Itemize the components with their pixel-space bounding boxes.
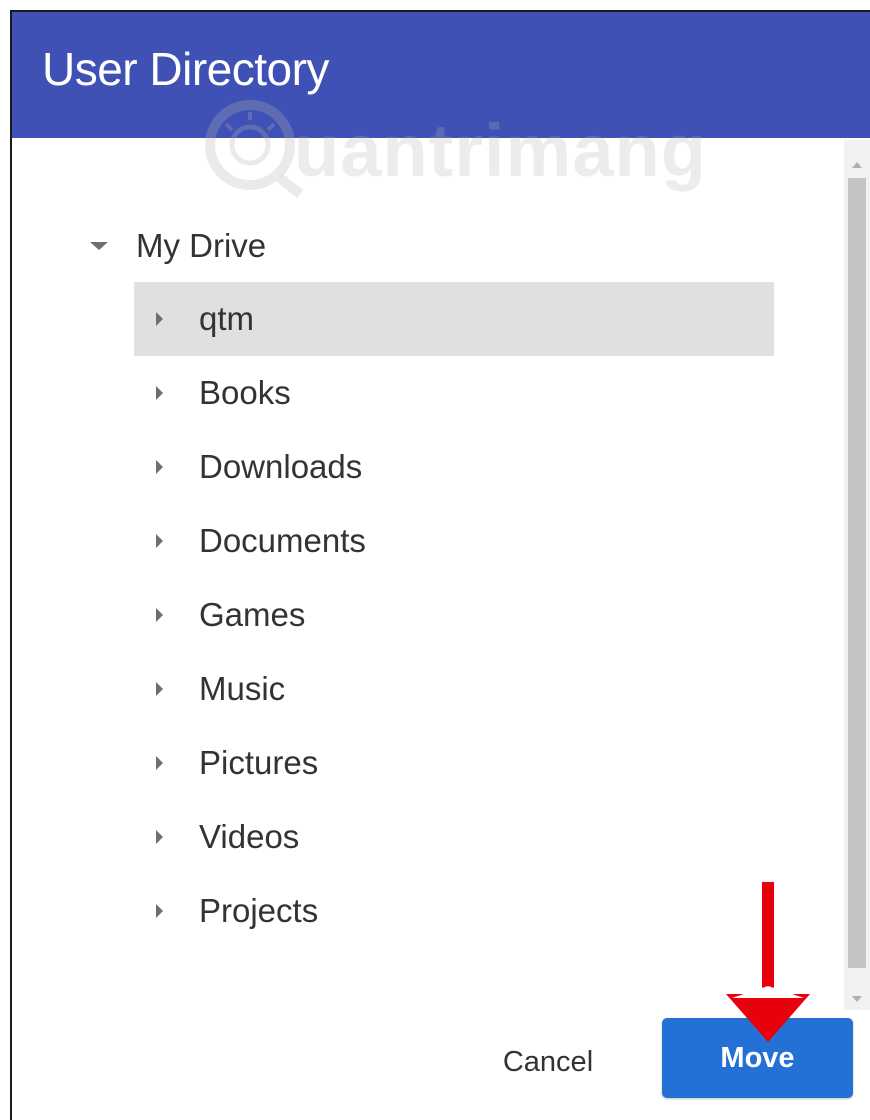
caret-down-icon[interactable] xyxy=(90,242,108,250)
scrollbar-thumb[interactable] xyxy=(848,178,866,968)
tree-item-documents[interactable]: Documents xyxy=(134,504,774,578)
tree-item-books[interactable]: Books xyxy=(134,356,774,430)
tree-item-label: Games xyxy=(199,596,306,633)
tree-item-downloads[interactable]: Downloads xyxy=(134,430,774,504)
tree-item-label: Downloads xyxy=(199,448,363,485)
tree-item-projects[interactable]: Projects xyxy=(134,874,774,948)
tree-root-label: My Drive xyxy=(136,227,267,264)
tree-item-label: qtm xyxy=(199,300,255,337)
tree-item-label: Documents xyxy=(199,522,366,559)
tree-item-label: Books xyxy=(199,374,291,411)
caret-right-icon[interactable] xyxy=(156,830,163,844)
tree-item-qtm[interactable]: qtm xyxy=(134,282,774,356)
caret-right-icon[interactable] xyxy=(156,608,163,622)
tree-item-label: Music xyxy=(199,670,286,707)
caret-right-icon[interactable] xyxy=(156,534,163,548)
tree-item-pictures[interactable]: Pictures xyxy=(134,726,774,800)
caret-right-icon[interactable] xyxy=(156,756,163,770)
dialog-header: User Directory xyxy=(12,12,870,138)
folder-tree: My Drive qtm Books Downloads Documents G… xyxy=(12,138,870,1120)
caret-right-icon[interactable] xyxy=(156,386,163,400)
scroll-up-arrow-icon[interactable] xyxy=(852,162,862,168)
cancel-button[interactable]: Cancel xyxy=(478,1030,618,1094)
caret-right-icon[interactable] xyxy=(156,460,163,474)
move-button[interactable]: Move xyxy=(662,1018,853,1098)
scroll-down-arrow-icon[interactable] xyxy=(852,996,862,1002)
tree-scrollbar[interactable] xyxy=(844,140,870,1010)
move-dialog: User Directory uantrimang My Drive qtm B… xyxy=(10,10,870,1120)
tree-item-label: Videos xyxy=(199,818,300,855)
tree-item-music[interactable]: Music xyxy=(134,652,774,726)
tree-item-label: Projects xyxy=(199,892,319,929)
caret-right-icon[interactable] xyxy=(156,904,163,918)
dialog-title: User Directory xyxy=(42,43,329,95)
tree-item-games[interactable]: Games xyxy=(134,578,774,652)
caret-right-icon[interactable] xyxy=(156,312,163,326)
tree-item-label: Pictures xyxy=(199,744,319,781)
tree-item-videos[interactable]: Videos xyxy=(134,800,774,874)
caret-right-icon[interactable] xyxy=(156,682,163,696)
tree-root-my-drive[interactable]: My Drive xyxy=(90,226,266,266)
